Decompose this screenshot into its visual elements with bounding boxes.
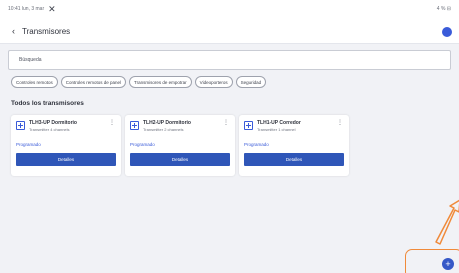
filter-chip-empotrar[interactable]: Transmisores de empotrar	[129, 76, 192, 88]
page-title: Transmisores	[22, 27, 71, 36]
more-menu-icon[interactable]: ⋮	[223, 120, 229, 126]
more-menu-icon[interactable]: ⋮	[337, 120, 343, 126]
status-bar: 10:41 lun, 3 mar ✕ 4 % ⊟	[0, 0, 459, 20]
filter-chip-remotos[interactable]: Controles remotos	[11, 76, 58, 88]
transmitter-name: TLH1-UP Corredor	[257, 120, 301, 126]
filter-chip-panel[interactable]: Controles remotos de panel	[60, 76, 127, 88]
transmitter-description: Transmitter 4 channels	[29, 127, 70, 132]
app-bar: ‹ Transmisores	[0, 20, 459, 44]
transmitter-name: TLH3-UP Dormitorio	[29, 120, 77, 126]
filter-chip-seguridad[interactable]: Seguridad	[235, 76, 267, 88]
status-time: 10:41 lun, 3 mar	[8, 6, 45, 12]
transmitter-status: Programado	[16, 142, 41, 147]
add-transmitter-button[interactable]: +	[442, 258, 454, 270]
transmitter-icon	[130, 121, 139, 130]
more-menu-icon[interactable]: ⋮	[109, 120, 115, 126]
transmitter-card[interactable]: TLH3-UP Dormitorio Transmitter 4 channel…	[11, 115, 121, 176]
transmitter-status: Programado	[130, 142, 155, 147]
transmitter-icon	[244, 121, 253, 130]
filter-chip-videoporteros[interactable]: Videoporteros	[194, 76, 233, 88]
filter-chips: Controles remotos Controles remotos de p…	[11, 76, 267, 88]
search-input[interactable]: Búsqueda	[8, 50, 451, 70]
details-button[interactable]: Detalles	[130, 153, 230, 166]
transmitter-status: Programado	[244, 142, 269, 147]
transmitter-description: Transmitter 1 channel	[257, 127, 296, 132]
transmitter-card[interactable]: TLH1-UP Corredor Transmitter 1 channel ⋮…	[239, 115, 349, 176]
status-indicators: 4 % ⊟	[436, 6, 451, 12]
back-icon[interactable]: ‹	[12, 26, 15, 36]
pointer-arrow-icon	[435, 199, 459, 245]
details-button[interactable]: Detalles	[16, 153, 116, 166]
transmitter-description: Transmitter 2 channels	[143, 127, 184, 132]
avatar[interactable]	[442, 27, 452, 37]
transmitter-card[interactable]: TLH2-UP Dormitorio Transmitter 2 channel…	[125, 115, 235, 176]
transmitter-icon	[16, 121, 25, 130]
section-title: Todos los transmisores	[11, 100, 84, 107]
close-icon[interactable]: ✕	[48, 4, 56, 13]
status-left: 10:41 lun, 3 mar ✕	[8, 4, 56, 13]
search-placeholder: Búsqueda	[19, 57, 42, 63]
transmitter-name: TLH2-UP Dormitorio	[143, 120, 191, 126]
details-button[interactable]: Detalles	[244, 153, 344, 166]
